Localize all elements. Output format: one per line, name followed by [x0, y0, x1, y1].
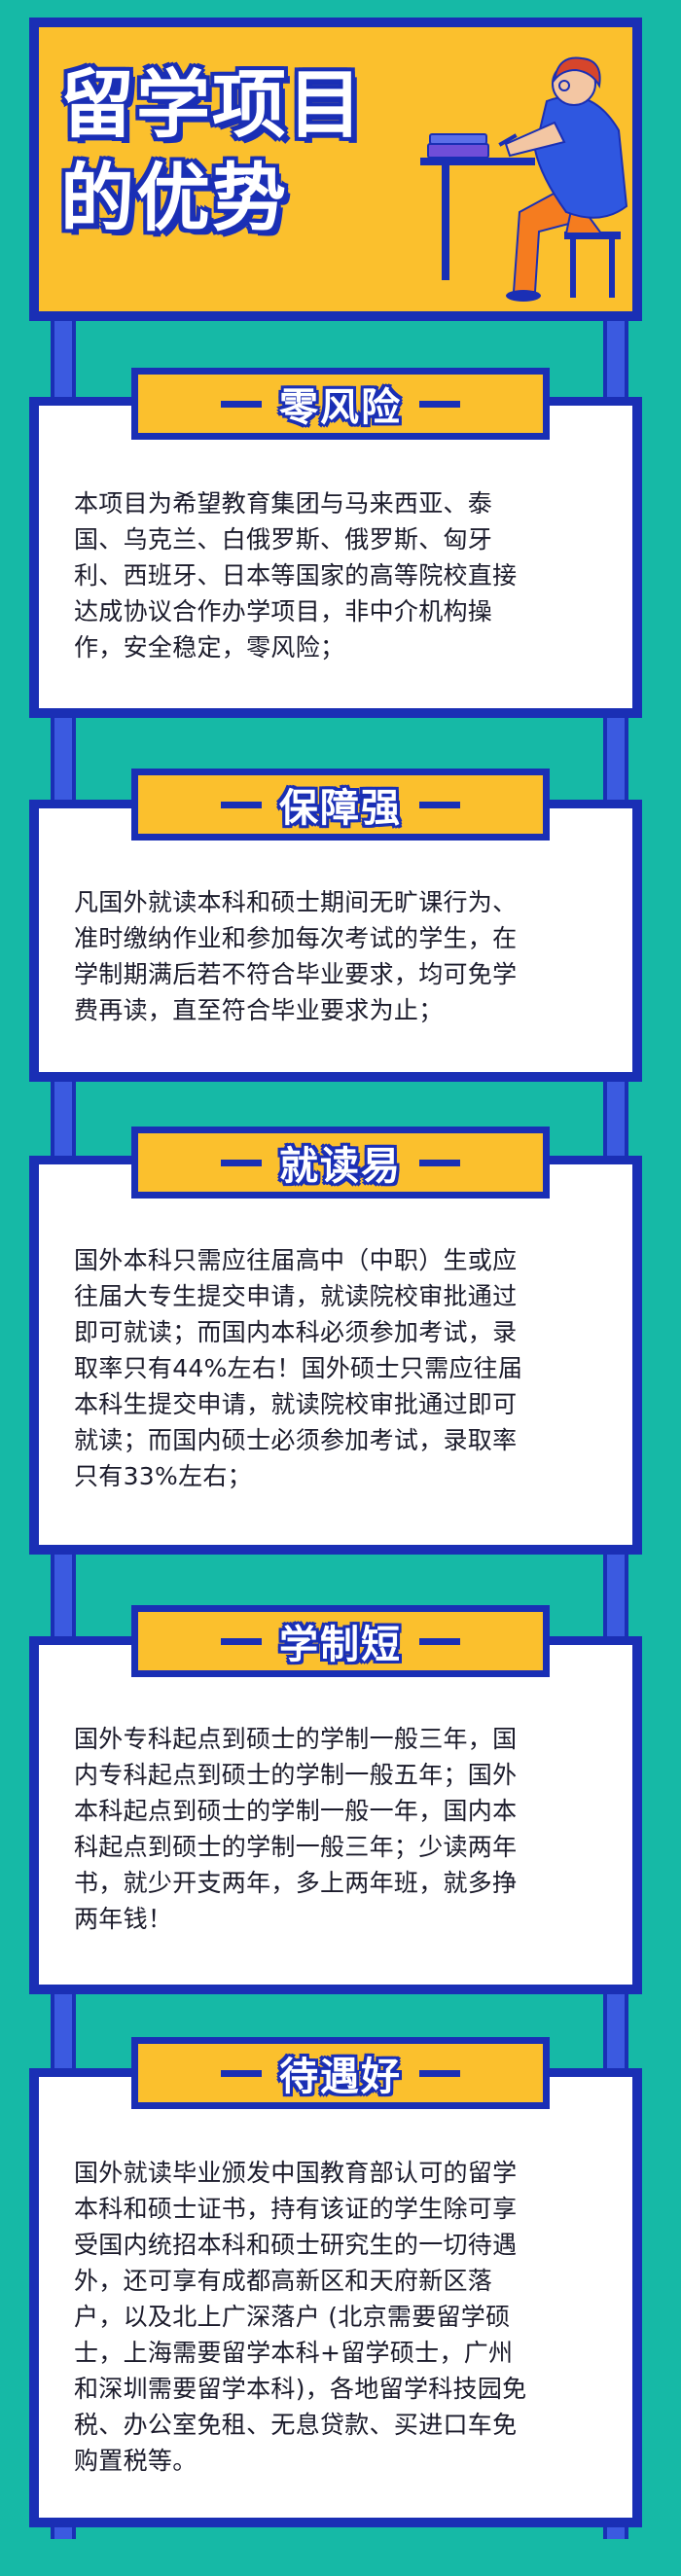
section-text: 本项目为希望教育集团与马来西亚、泰 国、乌克兰、白俄罗斯、俄罗斯、匈牙 利、西班…	[74, 485, 597, 665]
section-title-badge: 就读易	[131, 1127, 550, 1199]
section-title-panel: 待遇好	[138, 2044, 543, 2102]
text-line: 学制期满后若不符合毕业要求，均可免学	[74, 960, 518, 988]
title-dash-right	[419, 1637, 460, 1645]
text-line: 本项目为希望教育集团与马来西亚、泰	[74, 489, 493, 518]
text-line: 利、西班牙、日本等国家的高等院校直接	[74, 561, 518, 590]
text-line: 达成协议合作办学项目，非中介机构操	[74, 597, 493, 626]
text-line: 购置税等。	[74, 2447, 197, 2475]
title-dash-left	[221, 400, 262, 408]
section-title-badge: 零风险	[131, 368, 550, 440]
section-title-badge: 待遇好	[131, 2037, 550, 2109]
title-dash-right	[419, 1159, 460, 1166]
text-line: 只有33%左右；	[74, 1462, 252, 1490]
title-dash-left	[221, 1637, 262, 1645]
text-line: 户，以及北上广深落户 (北京需要留学硕	[74, 2303, 511, 2331]
text-line: 本科和硕士证书，持有该证的学生除可享	[74, 2195, 518, 2223]
section-title-panel: 学制短	[138, 1612, 543, 1670]
text-line: 作，安全稳定，零风险；	[74, 633, 345, 662]
section-title: 待遇好	[279, 2055, 402, 2099]
section-title-panel: 零风险	[138, 375, 543, 433]
text-line: 凡国外就读本科和硕士期间无旷课行为、	[74, 888, 518, 916]
section-card-easy-enrollment: 国外本科只需应往届高中（中职）生或应 往届大专生提交申请，就读院校审批通过 即可…	[29, 1156, 642, 1555]
section-text: 国外就读毕业颁发中国教育部认可的留学 本科和硕士证书，持有该证的学生除可享 受国…	[74, 2155, 597, 2479]
text-line: 税、办公室免租、无息贷款、买进口车免	[74, 2411, 518, 2439]
text-line: 和深圳需要留学本科)，各地留学科技园免	[74, 2375, 527, 2403]
section-text: 凡国外就读本科和硕士期间无旷课行为、 准时缴纳作业和参加每次考试的学生，在 学制…	[74, 884, 597, 1028]
text-line: 内专科起点到硕士的学制一般五年；国外	[74, 1761, 518, 1789]
text-line: 即可就读；而国内本科必须参加考试，录	[74, 1318, 518, 1346]
title-dash-left	[221, 2069, 262, 2077]
title-dash-left	[221, 1159, 262, 1166]
section-card-body: 国外专科起点到硕士的学制一般三年，国 内专科起点到硕士的学制一般五年；国外 本科…	[39, 1645, 632, 1985]
text-line: 国、乌克兰、白俄罗斯、俄罗斯、匈牙	[74, 525, 493, 554]
title-dash-left	[221, 801, 262, 808]
text-line: 外，还可享有成都高新区和天府新区落	[74, 2267, 493, 2295]
text-line: 两年钱！	[74, 1905, 173, 1933]
header-panel: 留学项目 的优势	[39, 27, 632, 311]
section-title-badge: 保障强	[131, 769, 550, 841]
text-line: 本科起点到硕士的学制一般一年，国内本	[74, 1797, 518, 1825]
section-card-zero-risk: 本项目为希望教育集团与马来西亚、泰 国、乌克兰、白俄罗斯、俄罗斯、匈牙 利、西班…	[29, 397, 642, 718]
section-card-body: 国外本科只需应往届高中（中职）生或应 往届大专生提交申请，就读院校审批通过 即可…	[39, 1164, 632, 1545]
section-title: 学制短	[279, 1623, 402, 1667]
text-line: 国外专科起点到硕士的学制一般三年，国	[74, 1725, 518, 1753]
title-dash-right	[419, 400, 460, 408]
text-line: 就读；而国内硕士必须参加考试，录取率	[74, 1426, 518, 1454]
text-line: 准时缴纳作业和参加每次考试的学生，在	[74, 924, 518, 952]
page-title: 留学项目 的优势	[60, 58, 364, 245]
title-dash-right	[419, 801, 460, 808]
section-title-panel: 保障强	[138, 775, 543, 834]
header-banner: 留学项目 的优势	[29, 18, 642, 321]
page-title-line-1: 留学项目	[60, 61, 364, 148]
text-line: 取率只有44%左右！国外硕士只需应往届	[74, 1354, 523, 1382]
text-line: 士，上海需要留学本科+留学硕士，广州	[74, 2339, 514, 2367]
section-title-panel: 就读易	[138, 1133, 543, 1192]
section-text: 国外专科起点到硕士的学制一般三年，国 内专科起点到硕士的学制一般五年；国外 本科…	[74, 1721, 597, 1937]
section-title: 就读易	[279, 1144, 402, 1189]
section-title: 保障强	[279, 786, 402, 831]
section-card-body: 本项目为希望教育集团与马来西亚、泰 国、乌克兰、白俄罗斯、俄罗斯、匈牙 利、西班…	[39, 406, 632, 708]
section-card-good-benefits: 国外就读毕业颁发中国教育部认可的留学 本科和硕士证书，持有该证的学生除可享 受国…	[29, 2068, 642, 2527]
text-line: 费再读，直至符合毕业要求为止；	[74, 996, 444, 1024]
section-card-body: 国外就读毕业颁发中国教育部认可的留学 本科和硕士证书，持有该证的学生除可享 受国…	[39, 2077, 632, 2518]
student-studying-illustration	[420, 56, 628, 302]
poster: 留学项目 的优势 本项目为希望教育集团与马来西亚、泰 国、乌克兰、白俄罗斯、俄罗…	[0, 0, 681, 2576]
text-line: 书，就少开支两年，多上两年班，就多挣	[74, 1869, 518, 1897]
text-line: 科起点到硕士的学制一般三年；少读两年	[74, 1833, 518, 1861]
text-line: 国外就读毕业颁发中国教育部认可的留学	[74, 2159, 518, 2187]
text-line: 国外本科只需应往届高中（中职）生或应	[74, 1246, 518, 1274]
section-title-badge: 学制短	[131, 1605, 550, 1677]
title-dash-right	[419, 2069, 460, 2077]
section-card-short-duration: 国外专科起点到硕士的学制一般三年，国 内专科起点到硕士的学制一般五年；国外 本科…	[29, 1636, 642, 1994]
text-line: 受国内统招本科和硕士研究生的一切待遇	[74, 2231, 518, 2259]
page-title-line-2: 的优势	[60, 155, 288, 241]
text-line: 往届大专生提交申请，就读院校审批通过	[74, 1282, 518, 1310]
section-card-body: 凡国外就读本科和硕士期间无旷课行为、 准时缴纳作业和参加每次考试的学生，在 学制…	[39, 808, 632, 1072]
section-title: 零风险	[279, 385, 402, 430]
section-card-strong-guarantee: 凡国外就读本科和硕士期间无旷课行为、 准时缴纳作业和参加每次考试的学生，在 学制…	[29, 800, 642, 1082]
section-text: 国外本科只需应往届高中（中职）生或应 往届大专生提交申请，就读院校审批通过 即可…	[74, 1242, 597, 1494]
text-line: 本科生提交申请，就读院校审批通过即可	[74, 1390, 518, 1418]
